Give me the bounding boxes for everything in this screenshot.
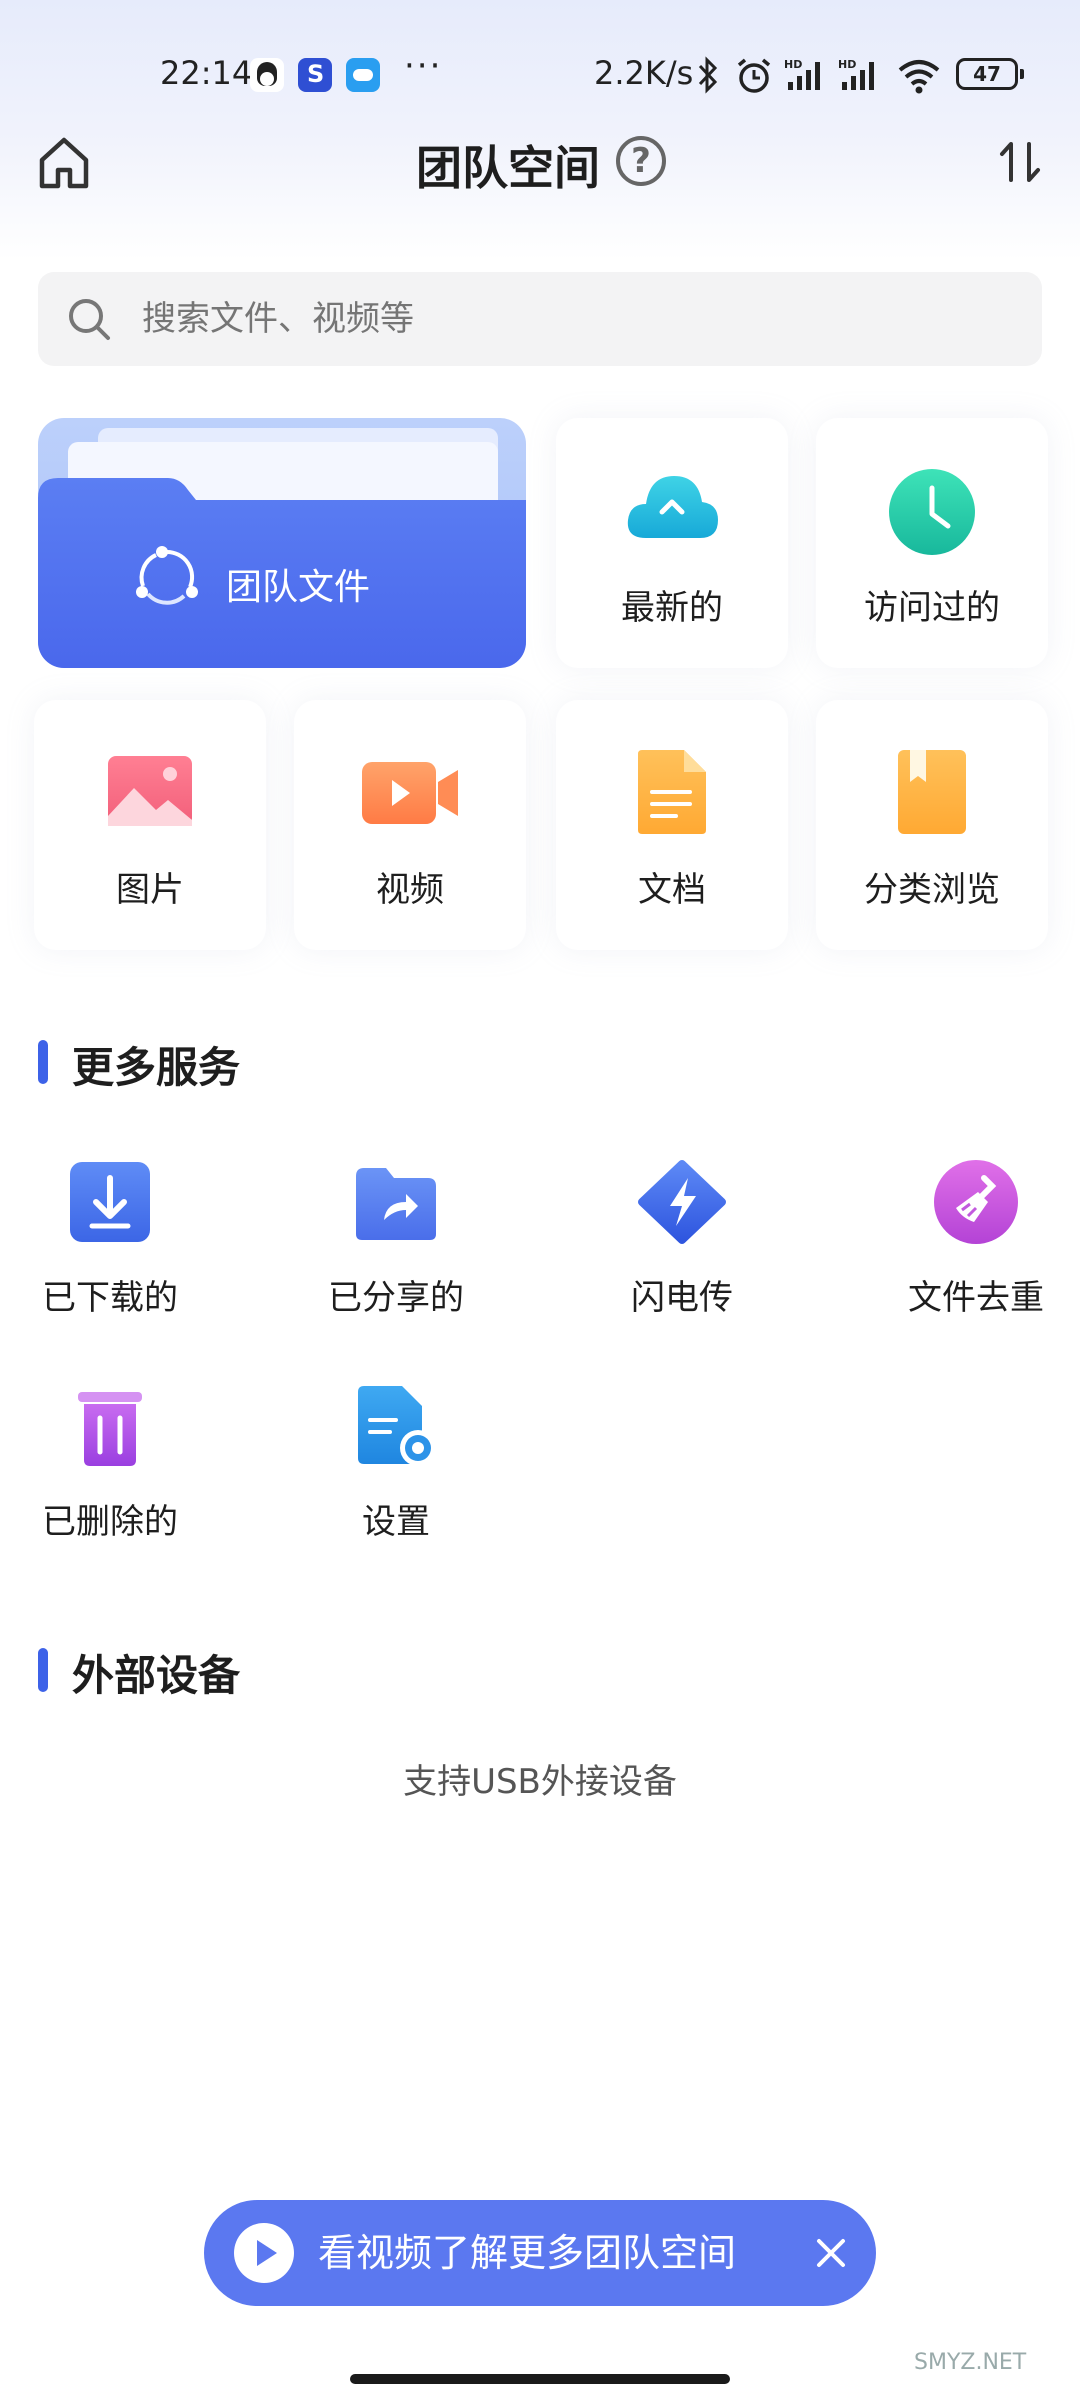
cloud-app-icon — [346, 58, 380, 92]
video-icon — [362, 762, 458, 824]
image-icon — [108, 756, 192, 826]
battery-level: 47 — [973, 62, 1001, 86]
cloud-up-icon — [627, 476, 718, 538]
deleted-label: 已删除的 — [42, 1502, 178, 1542]
downloaded-label: 已下载的 — [42, 1278, 178, 1318]
svg-text:HD: HD — [838, 58, 856, 71]
search-input[interactable] — [142, 272, 1002, 366]
net-speed: 2.2K/s — [594, 54, 694, 92]
section-accent-bar — [38, 1648, 48, 1692]
document-icon — [638, 750, 706, 834]
play-icon — [234, 2223, 294, 2283]
docs-tile[interactable]: 文档 — [556, 700, 788, 950]
browse-label: 分类浏览 — [864, 870, 1000, 910]
banner-text: 看视频了解更多团队空间 — [318, 2231, 737, 2275]
status-bar: 22:14 ··· 2.2K/s HD HD 47 — [0, 44, 1080, 108]
browse-tile[interactable]: 分类浏览 — [816, 700, 1048, 950]
qq-icon — [250, 58, 284, 92]
docs-label: 文档 — [638, 870, 706, 910]
wifi-icon — [898, 60, 940, 94]
hd-signal-icon: HD — [838, 58, 874, 90]
lightning-transfer-icon — [638, 1160, 726, 1244]
dedupe-broom-icon — [934, 1160, 1018, 1244]
alarm-icon — [737, 58, 771, 93]
status-more-icon: ··· — [404, 46, 443, 86]
sort-icon — [1000, 142, 1040, 182]
clock-icon — [889, 469, 975, 555]
app-s-icon — [298, 58, 332, 92]
help-button[interactable]: ? — [616, 136, 666, 186]
images-tile[interactable]: 图片 — [34, 700, 266, 950]
home-icon — [39, 137, 89, 189]
lightning-transfer-label: 闪电传 — [631, 1278, 733, 1318]
settings-doc-icon — [358, 1386, 436, 1466]
watermark-text: SMYZ.NET — [914, 2350, 1027, 2375]
shared-item[interactable]: 已分享的 — [286, 1158, 506, 1358]
visited-label: 访问过的 — [864, 588, 1000, 628]
search-bar[interactable] — [38, 272, 1042, 366]
battery-icon: 47 — [956, 58, 1024, 90]
dedupe-item[interactable]: 文件去重 — [866, 1158, 1080, 1358]
category-book-icon — [898, 750, 966, 834]
settings-item[interactable]: 设置 — [286, 1382, 506, 1582]
shared-label: 已分享的 — [328, 1278, 464, 1318]
videos-tile[interactable]: 视频 — [294, 700, 526, 950]
search-icon — [69, 299, 110, 340]
header-background — [0, 0, 1080, 260]
recent-label: 最新的 — [621, 588, 723, 628]
trash-icon — [78, 1392, 142, 1466]
videos-label: 视频 — [376, 870, 444, 910]
team-files-card[interactable]: 团队文件 — [38, 418, 526, 668]
downloaded-item[interactable]: 已下载的 — [0, 1158, 220, 1358]
status-time: 22:14 — [160, 54, 253, 92]
hd-signal-icon: HD — [784, 58, 820, 90]
bluetooth-icon — [698, 56, 718, 94]
more-services-title: 更多服务 — [72, 1043, 241, 1092]
recent-tile[interactable]: 最新的 — [556, 418, 788, 668]
page-title: 团队空间 — [416, 141, 600, 195]
deleted-item[interactable]: 已删除的 — [0, 1382, 220, 1582]
share-folder-icon — [356, 1168, 436, 1240]
team-share-icon — [136, 546, 198, 605]
team-files-label: 团队文件 — [226, 567, 371, 608]
dedupe-label: 文件去重 — [908, 1278, 1044, 1318]
svg-text:HD: HD — [784, 58, 802, 71]
usb-support-note: 支持USB外接设备 — [403, 1762, 677, 1802]
home-button[interactable] — [34, 132, 94, 192]
video-intro-banner[interactable]: 看视频了解更多团队空间 — [204, 2200, 876, 2306]
visited-tile[interactable]: 访问过的 — [816, 418, 1048, 668]
lightning-transfer-item[interactable]: 闪电传 — [572, 1158, 792, 1358]
close-icon[interactable] — [806, 2228, 856, 2278]
images-label: 图片 — [116, 870, 184, 910]
gesture-nav-bar[interactable] — [350, 2374, 730, 2384]
sort-button[interactable] — [996, 132, 1046, 192]
external-devices-title: 外部设备 — [72, 1651, 241, 1700]
settings-label: 设置 — [362, 1502, 430, 1542]
section-accent-bar — [38, 1040, 48, 1084]
download-icon — [70, 1162, 150, 1242]
